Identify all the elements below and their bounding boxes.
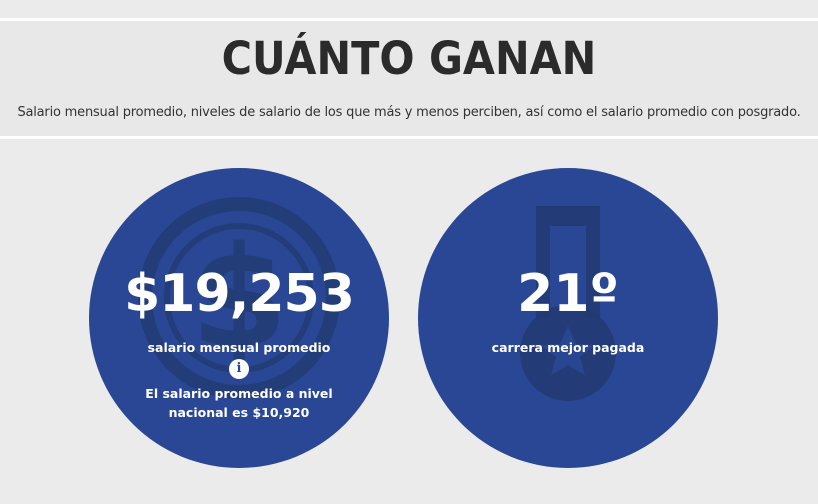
ranking-label: carrera mejor pagada [491,340,645,355]
ranking-value: 21º [517,264,619,324]
ranking-stat-circle: 21º carrera mejor pagada [418,168,718,468]
national-salary-note: El salario promedio a nivel nacional es … [145,386,333,420]
page-subtitle: Salario mensual promedio, niveles de sal… [17,105,801,120]
page-title: CUÁNTO GANAN [221,32,597,85]
average-salary-value: $19,253 [124,264,355,324]
average-salary-label: salario mensual promedio [147,340,331,355]
info-icon[interactable]: i [229,359,249,379]
header-divider [0,136,818,139]
salary-stat-circle: $ $19,253 salario mensual promedio i El … [89,168,389,468]
